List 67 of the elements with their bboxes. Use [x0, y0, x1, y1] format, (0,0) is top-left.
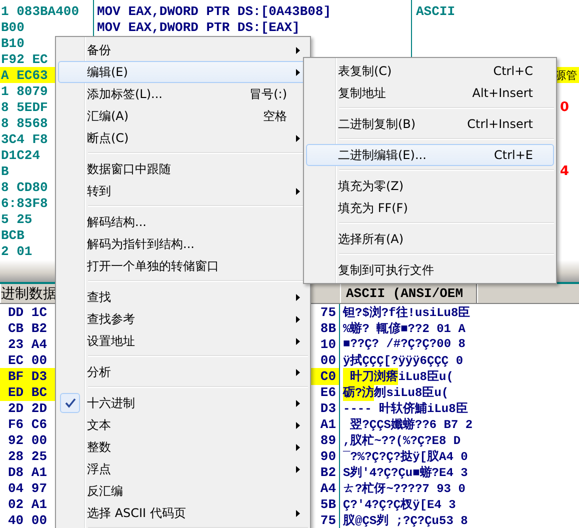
instruction-text: MOV EAX,DWORD PTR DS:[0A43B08] — [96, 4, 332, 18]
hex-cell-text: 02 A1 — [7, 496, 48, 513]
ascii-text: S刿′4?Ç?Çu■蝣?E4 3 — [343, 464, 468, 481]
hex-cell-text: 23 A4 — [7, 336, 48, 352]
shortcut-text: Ctrl+E — [494, 148, 534, 162]
ascii-text: 刎siLu8臣u( — [374, 385, 449, 401]
hex-cell-text: 2D 2D — [7, 400, 48, 417]
hex-bytes: 8 5EDF — [0, 100, 48, 114]
menu-item[interactable]: 填充为零(Z) — [306, 175, 554, 197]
hex-bytes: F92 EC — [0, 52, 48, 66]
hex-bytes: 3C4 F8 — [0, 132, 48, 146]
ascii-text: ㄊ?杧伢~????7 93 0 — [343, 481, 466, 497]
hex-cell-text: 04 97 — [7, 480, 48, 497]
hex-bytes: 2 01 — [0, 244, 32, 258]
hex-bytes: BCB — [0, 228, 24, 242]
ascii-text: %蝣? 輒偐■??2 01 A — [343, 320, 466, 337]
instruction-text: MOV EAX,DWORD PTR DS:[EAX] — [96, 20, 300, 34]
hex-cell: ED BC — [0, 384, 55, 401]
ascii-text: ,肞杧~??(%?Ç?E8 D — [343, 432, 461, 449]
hex-cell-text: CB B2 — [7, 320, 48, 337]
menu-item[interactable]: 备份 — [58, 39, 308, 61]
ascii-text: ■??Ç? /#?Ç?Ç?00 8 — [343, 337, 466, 351]
hex-bytes: D1C24 — [0, 148, 40, 162]
hex-bytes: B00 — [0, 20, 24, 34]
shortcut-text: 冒号(:) — [250, 86, 288, 102]
menu-item[interactable]: 填充为 FF(F) — [306, 197, 554, 219]
hex-cell-text: DD 1C — [7, 304, 48, 321]
hex-bytes: 1 083BA400 — [0, 4, 80, 18]
shortcut-text: Ctrl+Insert — [467, 117, 534, 131]
ascii-text: iLu8臣u( — [398, 369, 454, 385]
ascii-text: ÿ拭ÇÇÇ[?ÿÿÿ6ÇÇÇ 0 — [343, 352, 464, 369]
comment-text: ASCII — [415, 4, 456, 18]
hex-bytes: B — [0, 164, 9, 178]
ascii-text: Ç?′4?Ç?Ç杈ÿ[E4 3 — [343, 497, 456, 513]
hex-cell-text: F6 C6 — [7, 416, 48, 433]
ascii-text: ¯?%?Ç?Ç?挞ÿ[肞A4 0 — [343, 448, 468, 465]
ascii-text: 肞@ÇS刿 ;?Ç?Çu53 8 — [343, 512, 468, 528]
hex-bytes: B10 — [0, 36, 24, 50]
hex-bytes: 8 CD80 — [0, 180, 48, 194]
hex-cell-text: 28 25 — [7, 448, 48, 465]
menu-item[interactable]: 复制到可执行文件 — [306, 259, 554, 281]
menu-item[interactable]: 二进制复制(B) Ctrl+Insert — [306, 113, 554, 135]
hex-bytes: A EC63 — [0, 68, 48, 82]
shortcut-text: Ctrl+C — [493, 64, 534, 78]
hex-cell: BF D3 — [0, 368, 55, 385]
menu-item[interactable]: 表复制(C) Ctrl+C — [306, 60, 554, 82]
hex-bytes: 1 8079 — [0, 84, 48, 98]
ascii-text: 钽?$浏?f往!usiLu8臣 — [343, 304, 470, 321]
hex-cell-text: EC 00 — [7, 352, 48, 369]
shortcut-text: Alt+Insert — [472, 86, 534, 100]
ascii-text: ---- 旪轪侪鯆iLu8臣 — [343, 400, 468, 417]
ascii-text: 翌?ÇÇS孅蝣??6 B7 2 — [349, 416, 473, 433]
comment-text: 4 — [559, 164, 570, 178]
check-icon — [64, 398, 76, 408]
shortcut-text: 空格 — [263, 108, 288, 124]
menu-item[interactable]: 选择所有(A) — [306, 228, 554, 250]
hex-bytes: 8 8568 — [0, 116, 48, 130]
menu-item[interactable]: 二进制编辑(E)... Ctrl+E — [306, 144, 554, 166]
hex-bytes: 6:83F8 — [0, 196, 48, 210]
menu-item[interactable]: 复制地址 Alt+Insert — [306, 82, 554, 104]
comment-text: 0 — [559, 100, 570, 114]
hex-cell-text: 92 00 — [7, 432, 48, 449]
hex-cell-text: 40 00 — [7, 512, 48, 528]
hex-cell-text: D8 A1 — [7, 464, 48, 481]
selected-ascii-text: 砺?汸 — [343, 384, 374, 401]
selected-ascii-text: 旪刀浏瘩 — [343, 368, 398, 385]
hex-bytes: 5 25 — [0, 212, 32, 226]
